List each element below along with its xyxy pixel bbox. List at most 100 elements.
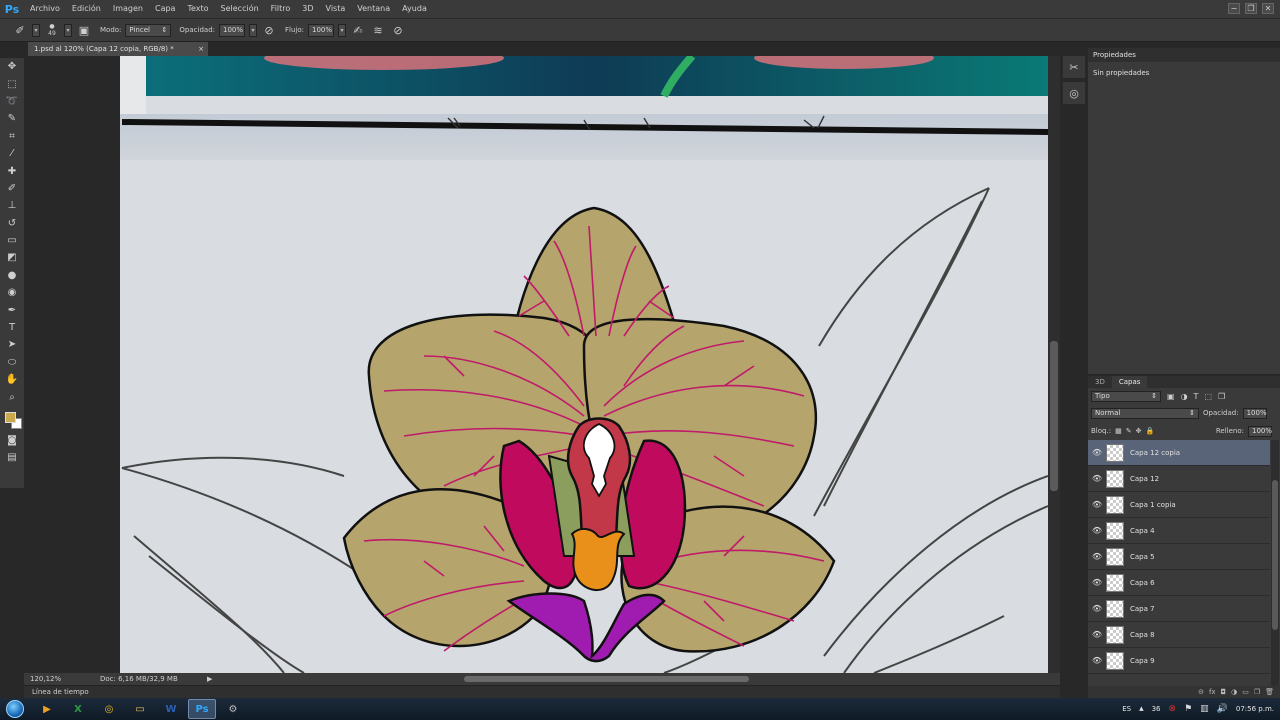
screen-mode-icon[interactable]: ▤ bbox=[3, 449, 21, 466]
visibility-eye-icon[interactable]: 👁 bbox=[1088, 526, 1106, 535]
brush-panel-toggle-icon[interactable]: ▣ bbox=[76, 22, 92, 38]
layer-opacity-input[interactable]: 100% bbox=[1242, 407, 1267, 419]
lasso-tool-icon[interactable]: ➰ bbox=[3, 93, 21, 110]
minimize-button[interactable]: − bbox=[1228, 3, 1240, 14]
path-select-tool-icon[interactable]: ➤ bbox=[3, 336, 21, 353]
layer-row[interactable]: 👁 Capa 7 bbox=[1088, 596, 1270, 622]
visibility-eye-icon[interactable]: 👁 bbox=[1088, 474, 1106, 483]
canvas-area[interactable] bbox=[24, 56, 1048, 673]
antivirus-icon[interactable]: ⊗ bbox=[1169, 704, 1177, 714]
tab-3d[interactable]: 3D bbox=[1088, 376, 1112, 388]
status-menu-arrow[interactable]: ▶ bbox=[207, 675, 212, 683]
timeline-tab[interactable]: Línea de tiempo bbox=[32, 688, 89, 696]
foreground-color-swatch[interactable] bbox=[5, 411, 16, 423]
menu-item-edicion[interactable]: Edición bbox=[66, 0, 107, 18]
chrome-icon[interactable]: ◎ bbox=[95, 699, 123, 719]
document-tab[interactable]: 1.psd al 120% (Capa 12 copia, RGB/8) * × bbox=[28, 42, 208, 56]
clock[interactable]: 07:56 p.m. bbox=[1236, 705, 1274, 713]
layer-row[interactable]: 👁 Capa 6 bbox=[1088, 570, 1270, 596]
pressure-size-icon[interactable]: ⊘ bbox=[390, 22, 406, 38]
layer-row[interactable]: 👁 Capa 8 bbox=[1088, 622, 1270, 648]
show-hidden-icons-icon[interactable]: ▴ bbox=[1139, 704, 1144, 714]
history-brush-tool-icon[interactable]: ↺ bbox=[3, 215, 21, 232]
clone-source-icon[interactable]: ◎ bbox=[1063, 82, 1085, 104]
layer-row[interactable]: 👁 Capa 9 bbox=[1088, 648, 1270, 674]
zoom-tool-icon[interactable]: ⌕ bbox=[3, 388, 21, 405]
type-tool-icon[interactable]: T bbox=[3, 319, 21, 336]
lock-pixels-icon[interactable]: ✎ bbox=[1126, 427, 1132, 435]
visibility-eye-icon[interactable]: 👁 bbox=[1088, 552, 1106, 561]
opacity-input[interactable]: 100% bbox=[219, 23, 245, 37]
tools-preset-icon[interactable]: ✂ bbox=[1063, 56, 1085, 78]
photoshop-icon[interactable]: Ps bbox=[188, 699, 216, 719]
mode-select[interactable]: Pincel ⇕ bbox=[125, 23, 172, 37]
preset-dropdown-arrow[interactable]: ▾ bbox=[32, 23, 40, 37]
airbrush-icon[interactable]: ✍ bbox=[350, 22, 366, 38]
eraser-preset-icon[interactable]: ✐ bbox=[12, 22, 28, 38]
visibility-eye-icon[interactable]: 👁 bbox=[1088, 578, 1106, 587]
lock-transparency-icon[interactable]: ▦ bbox=[1115, 427, 1122, 435]
layer-row[interactable]: 👁 Capa 4 bbox=[1088, 518, 1270, 544]
layer-row[interactable]: 👁 Capa 12 copia bbox=[1088, 440, 1270, 466]
quick-mask-icon[interactable]: ◙ bbox=[3, 432, 21, 449]
menu-item-texto[interactable]: Texto bbox=[181, 0, 214, 18]
blur-tool-icon[interactable]: ● bbox=[3, 267, 21, 284]
flow-dropdown-arrow[interactable]: ▾ bbox=[338, 23, 346, 37]
marquee-tool-icon[interactable]: ⬚ bbox=[3, 75, 21, 92]
paint-bucket-tool-icon[interactable]: ◩ bbox=[3, 249, 21, 266]
properties-tab[interactable]: Propiedades bbox=[1088, 48, 1280, 62]
menu-item-archivo[interactable]: Archivo bbox=[24, 0, 66, 18]
layer-row[interactable]: 👁 Capa 12 bbox=[1088, 466, 1270, 492]
menu-item-ventana[interactable]: Ventana bbox=[351, 0, 396, 18]
clone-stamp-tool-icon[interactable]: ⊥ bbox=[3, 197, 21, 214]
link-layers-icon[interactable]: ⊝ bbox=[1198, 688, 1204, 696]
lock-all-icon[interactable]: 🔒 bbox=[1145, 427, 1154, 435]
zoom-level[interactable]: 120,12% bbox=[30, 675, 61, 683]
menu-item-imagen[interactable]: Imagen bbox=[107, 0, 149, 18]
add-mask-icon[interactable]: ◘ bbox=[1221, 688, 1227, 696]
pixel-filter-icon[interactable]: ▣ bbox=[1167, 392, 1175, 401]
crop-tool-icon[interactable]: ⌗ bbox=[3, 128, 21, 145]
visibility-eye-icon[interactable]: 👁 bbox=[1088, 500, 1106, 509]
visibility-eye-icon[interactable]: 👁 bbox=[1088, 630, 1106, 639]
eraser-tool-icon[interactable]: ▭ bbox=[3, 232, 21, 249]
layer-row[interactable]: 👁 Capa 1 copia bbox=[1088, 492, 1270, 518]
menu-item-ayuda[interactable]: Ayuda bbox=[396, 0, 433, 18]
network-icon[interactable]: ▥ bbox=[1200, 704, 1209, 714]
pen-tool-icon[interactable]: ✒ bbox=[3, 301, 21, 318]
menu-item-seleccion[interactable]: Selección bbox=[215, 0, 265, 18]
vertical-scroll-thumb[interactable] bbox=[1050, 341, 1058, 491]
volume-icon[interactable]: 🔊 bbox=[1217, 704, 1228, 714]
restore-button[interactable]: ❐ bbox=[1245, 3, 1257, 14]
media-player-icon[interactable]: ▶ bbox=[33, 699, 61, 719]
language-indicator[interactable]: ES bbox=[1122, 705, 1131, 713]
menu-item-3d[interactable]: 3D bbox=[296, 0, 319, 18]
shape-filter-icon[interactable]: ⬚ bbox=[1204, 392, 1212, 401]
move-tool-icon[interactable]: ✥ bbox=[3, 58, 21, 75]
canvas-vertical-scrollbar[interactable] bbox=[1048, 56, 1060, 673]
dodge-tool-icon[interactable]: ◉ bbox=[3, 284, 21, 301]
new-group-icon[interactable]: ▭ bbox=[1242, 688, 1249, 696]
menu-item-vista[interactable]: Vista bbox=[320, 0, 352, 18]
brush-tool-icon[interactable]: ✐ bbox=[3, 180, 21, 197]
visibility-eye-icon[interactable]: 👁 bbox=[1088, 448, 1106, 457]
word-icon[interactable]: W bbox=[157, 699, 185, 719]
canvas-horizontal-scrollbar[interactable] bbox=[24, 673, 1060, 685]
start-button[interactable] bbox=[0, 698, 30, 720]
excel-icon[interactable]: X bbox=[64, 699, 92, 719]
fill-input[interactable]: 100% bbox=[1248, 425, 1272, 437]
layer-style-icon[interactable]: fx bbox=[1209, 688, 1216, 696]
adjustment-layer-icon[interactable]: ◑ bbox=[1231, 688, 1237, 696]
lock-position-icon[interactable]: ✥ bbox=[1136, 427, 1142, 435]
settings-app-icon[interactable]: ⚙ bbox=[219, 699, 247, 719]
visibility-eye-icon[interactable]: 👁 bbox=[1088, 656, 1106, 665]
pressure-opacity-icon[interactable]: ⊘ bbox=[261, 22, 277, 38]
brush-size-picker[interactable]: ● 49 bbox=[44, 22, 60, 38]
close-window-button[interactable]: ✕ bbox=[1262, 3, 1274, 14]
layers-scrollbar[interactable] bbox=[1271, 440, 1279, 688]
visibility-eye-icon[interactable]: 👁 bbox=[1088, 604, 1106, 613]
type-filter-icon[interactable]: T bbox=[1194, 392, 1199, 401]
layer-row[interactable]: 👁 Capa 5 bbox=[1088, 544, 1270, 570]
new-layer-icon[interactable]: ❐ bbox=[1254, 688, 1260, 696]
action-center-icon[interactable]: ⚑ bbox=[1184, 704, 1192, 714]
